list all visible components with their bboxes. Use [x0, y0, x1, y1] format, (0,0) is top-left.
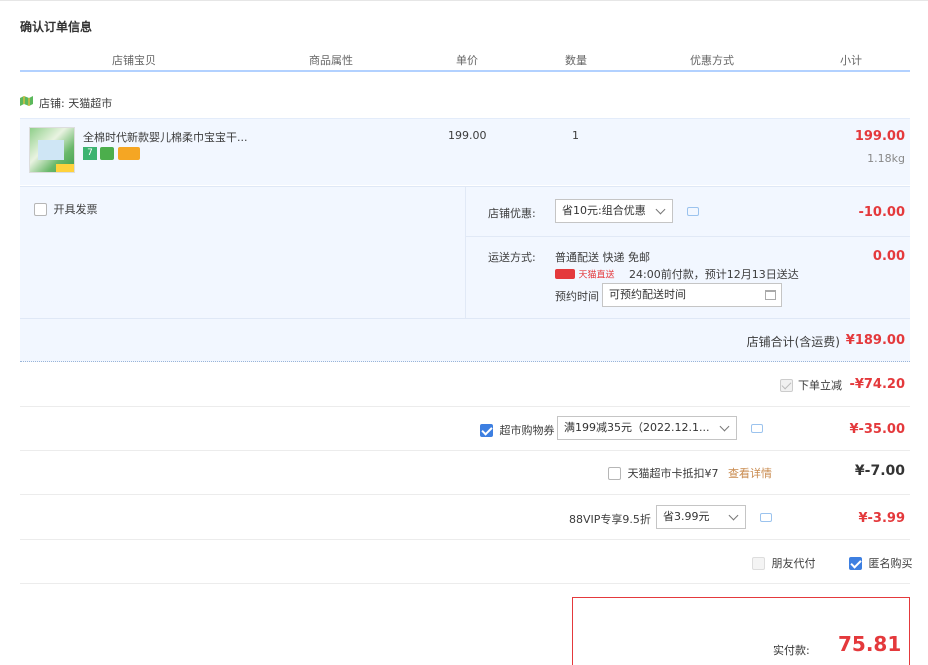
- page-title: 确认订单信息: [20, 20, 93, 34]
- col-discount: 优惠方式: [690, 54, 734, 67]
- instant-discount-checkbox: [779, 378, 793, 392]
- chevron-down-icon: [655, 204, 666, 215]
- col-subtotal: 小计: [840, 54, 862, 67]
- friend-pay-checkbox[interactable]: [752, 556, 765, 570]
- coupon-label: 超市购物券: [499, 424, 555, 437]
- tmall-card-row: 天猫超市卡抵扣¥7 查看详情 ¥-7.00: [20, 451, 910, 495]
- shipping-amount: 0.00: [872, 249, 905, 264]
- schedule-time-input[interactable]: 可预约配送时间: [602, 283, 782, 307]
- instant-discount-option: 下单立减: [779, 377, 842, 393]
- col-unit-price: 单价: [456, 54, 478, 67]
- column-header-row: 店铺宝贝 商品属性 单价 数量 优惠方式 小计: [20, 52, 910, 70]
- store-total-row: 店铺合计(含运费) ¥189.00: [20, 318, 910, 362]
- store-total-amount: ¥189.00: [845, 333, 905, 348]
- anonymous-label: 匿名购买: [868, 557, 913, 570]
- anonymous-option[interactable]: 匿名购买: [849, 555, 913, 571]
- store-discount-label: 店铺优惠:: [488, 207, 536, 220]
- message-icon[interactable]: [687, 207, 699, 216]
- store-discount-select[interactable]: 省10元:组合优惠: [555, 199, 673, 223]
- shipping-eta: 24:00前付款，预计12月13日送达: [629, 268, 799, 281]
- coupon-row: 超市购物券 满199减35元（2022.12.1... ¥-35.00: [20, 407, 910, 451]
- col-quantity: 数量: [565, 54, 587, 67]
- pay-amount: 75.81: [838, 632, 902, 656]
- schedule-label: 预约时间: [555, 290, 599, 303]
- vip-amount: ¥-3.99: [858, 511, 905, 526]
- instant-discount-row: 下单立减 -¥74.20: [20, 362, 910, 407]
- store-total-label: 店铺合计(含运费): [746, 335, 840, 349]
- message-icon[interactable]: [760, 513, 772, 522]
- payment-summary-box: 实付款: 75.81: [572, 597, 910, 665]
- product-thumbnail[interactable]: [29, 127, 75, 173]
- instant-discount-label: 下单立减: [798, 379, 842, 392]
- vip-select[interactable]: 省3.99元: [656, 505, 746, 529]
- tmall-card-checkbox[interactable]: [608, 466, 621, 480]
- anonymous-checkbox[interactable]: [849, 556, 862, 570]
- shipping-method: 普通配送 快递 免邮: [555, 251, 650, 264]
- item-quantity: 1: [572, 129, 579, 142]
- tmall-direct-badge: 天猫直送: [555, 267, 615, 281]
- vip-row: 88VIP专享9.5折 省3.99元 ¥-3.99: [20, 495, 910, 540]
- tmall-card-option[interactable]: 天猫超市卡抵扣¥7 查看详情: [608, 465, 772, 481]
- coupon-select[interactable]: 满199减35元（2022.12.1...: [557, 416, 737, 440]
- item-row: 全棉时代新款婴儿棉柔巾宝宝干... 7 199.00 1 199.00 1.18…: [20, 118, 910, 185]
- invoice-label: 开具发票: [53, 203, 98, 216]
- col-shop-item: 店铺宝贝: [112, 54, 156, 67]
- message-icon[interactable]: [751, 424, 763, 433]
- shipping-label: 运送方式:: [488, 251, 536, 264]
- friend-pay-option[interactable]: 朋友代付: [752, 555, 816, 571]
- chevron-down-icon: [719, 421, 730, 432]
- coupon-amount: ¥-35.00: [849, 422, 905, 437]
- friend-pay-label: 朋友代付: [771, 557, 816, 570]
- order-options-block: 开具发票 店铺优惠: 省10元:组合优惠 -10.00 运送方式: 普通配送 快…: [20, 186, 910, 319]
- pay-label: 实付款:: [773, 644, 810, 657]
- credit-card-icon: [118, 147, 140, 160]
- pay-options-row: 朋友代付 匿名购买: [20, 540, 913, 584]
- coupon-option[interactable]: 超市购物券: [480, 422, 555, 438]
- col-attributes: 商品属性: [309, 54, 353, 67]
- invoice-checkbox[interactable]: [34, 202, 47, 216]
- tmall-logo-icon: [555, 269, 575, 279]
- coupon-checkbox[interactable]: [480, 423, 493, 437]
- instant-discount-amount: -¥74.20: [849, 377, 905, 392]
- store-discount-amount: -10.00: [858, 205, 905, 220]
- item-subtotal: 199.00: [854, 129, 905, 144]
- shop-icon: [20, 96, 33, 106]
- tmall-card-label: 天猫超市卡抵扣¥7: [627, 467, 719, 480]
- tmall-card-details-link[interactable]: 查看详情: [728, 467, 772, 480]
- chevron-down-icon: [728, 510, 739, 521]
- item-unit-price: 199.00: [448, 129, 487, 142]
- tmall-card-amount: ¥-7.00: [854, 463, 905, 479]
- shop-name[interactable]: 店铺: 天猫超市: [39, 95, 112, 111]
- seven-day-return-icon: 7: [83, 147, 97, 160]
- calendar-icon: [765, 290, 776, 300]
- guarantee-icon: [100, 147, 114, 160]
- product-title[interactable]: 全棉时代新款婴儿棉柔巾宝宝干...: [83, 129, 248, 145]
- item-weight: 1.18kg: [867, 152, 905, 165]
- invoice-option[interactable]: 开具发票: [34, 201, 98, 217]
- vip-label: 88VIP专享9.5折: [569, 513, 651, 526]
